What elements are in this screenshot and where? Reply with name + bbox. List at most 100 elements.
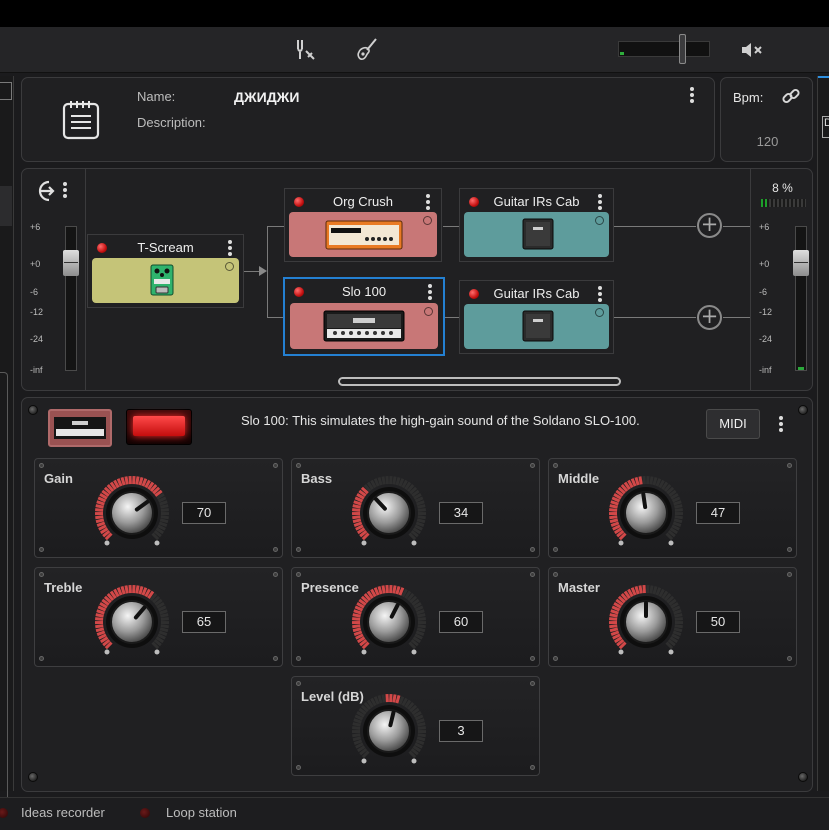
knob-arc-segment <box>377 585 383 595</box>
midi-button[interactable]: MIDI <box>706 409 760 439</box>
knob-arc-segment <box>95 613 104 618</box>
panel-screw <box>553 572 558 577</box>
panel-screw <box>787 547 792 552</box>
knob-range-dot <box>668 540 674 546</box>
knob-arc-segment <box>392 694 397 703</box>
knob-value-field[interactable]: 3 <box>439 720 483 742</box>
knob-cap[interactable] <box>110 491 154 535</box>
editor-menu-icon[interactable] <box>778 416 784 434</box>
knob-cap[interactable] <box>110 600 154 644</box>
knob-panel: Level (dB) 3 <box>291 676 540 776</box>
knob-value-field[interactable]: 65 <box>182 611 226 633</box>
knob-range-dot <box>361 758 367 764</box>
block-menu-icon[interactable] <box>227 240 233 258</box>
knob-cap[interactable] <box>367 600 411 644</box>
status-bar: Ideas recorder Loop station <box>0 797 829 830</box>
rotary-knob[interactable] <box>92 473 172 553</box>
rotary-knob[interactable] <box>349 691 429 771</box>
left-panel-section <box>0 186 12 226</box>
block-menu-icon[interactable] <box>597 286 603 304</box>
knob-arc-segment <box>352 624 361 629</box>
knob-value-field[interactable]: 50 <box>696 611 740 633</box>
rotary-knob[interactable] <box>606 473 686 553</box>
block-menu-icon[interactable] <box>427 284 433 302</box>
speaker-cabinet-icon <box>522 310 554 342</box>
amp-model-thumbnail[interactable] <box>48 409 112 447</box>
effect-block-guitar-irs-cab-2[interactable]: Guitar IRs Cab <box>459 280 614 354</box>
block-tile[interactable] <box>290 303 438 349</box>
loop-station-led[interactable] <box>140 808 150 818</box>
knob-indicator <box>641 492 648 510</box>
left-panel-scroll[interactable] <box>0 372 8 830</box>
output-gain-fader[interactable] <box>793 226 809 371</box>
panel-screw <box>296 656 301 661</box>
right-panel-tab[interactable]: D <box>822 116 829 138</box>
panel-screw <box>787 572 792 577</box>
rotary-knob[interactable] <box>349 582 429 662</box>
add-block-button[interactable]: + <box>697 305 722 330</box>
knob-label: Treble <box>44 580 83 595</box>
knob-value-field[interactable]: 34 <box>439 502 483 524</box>
input-source-icon[interactable] <box>36 179 60 203</box>
ideas-recorder-led[interactable] <box>0 808 8 818</box>
volume-slider-thumb[interactable] <box>679 34 686 64</box>
effect-block-guitar-irs-cab-1[interactable]: Guitar IRs Cab <box>459 188 614 262</box>
panel-screw <box>28 772 38 782</box>
input-gain-fader[interactable] <box>63 226 79 371</box>
block-tile[interactable] <box>92 258 239 303</box>
output-meter: 8 % +6 +0 -6 -12 -24 -inf <box>750 169 813 390</box>
knob-arc-segment <box>352 617 361 621</box>
block-menu-icon[interactable] <box>425 194 431 212</box>
knob-cap[interactable] <box>367 709 411 753</box>
rotary-knob[interactable] <box>92 582 172 662</box>
knob-range-dot <box>411 649 417 655</box>
bypass-switch[interactable] <box>126 409 192 445</box>
panel-screw <box>273 572 278 577</box>
loop-station-label[interactable]: Loop station <box>166 805 237 820</box>
rotary-knob[interactable] <box>349 473 429 553</box>
guitar-icon[interactable] <box>354 37 380 63</box>
block-tile[interactable] <box>289 212 437 257</box>
scale-tick: -24 <box>30 334 44 344</box>
knob-arc-segment <box>674 504 683 509</box>
panel-screw <box>273 656 278 661</box>
left-panel-tab[interactable] <box>0 82 12 100</box>
link-icon[interactable] <box>781 86 801 106</box>
knob-arc-segment <box>352 504 361 509</box>
knob-arc-segment <box>395 585 401 595</box>
description-label: Description: <box>137 115 206 130</box>
knob-arc-segment <box>159 500 168 506</box>
input-fader-thumb[interactable] <box>63 250 79 276</box>
effect-block-slo-100[interactable]: Slo 100 <box>283 277 445 356</box>
right-side-panel: D <box>817 76 829 791</box>
knob-arc-segment <box>353 630 363 636</box>
rotary-knob[interactable] <box>606 582 686 662</box>
preset-menu-icon[interactable] <box>689 87 695 105</box>
right-panel-accent <box>818 76 829 78</box>
add-block-button[interactable]: + <box>697 213 722 238</box>
chain-horizontal-scrollbar[interactable] <box>338 377 621 386</box>
block-menu-icon[interactable] <box>597 194 603 212</box>
bpm-value[interactable]: 120 <box>721 134 814 149</box>
input-menu-icon[interactable] <box>62 182 68 200</box>
block-tile[interactable] <box>464 304 609 349</box>
effect-block-org-crush[interactable]: Org Crush <box>284 188 442 262</box>
block-tile[interactable] <box>464 212 609 257</box>
block-status-ring <box>424 307 433 316</box>
knob-value-field[interactable]: 70 <box>182 502 226 524</box>
knob-value-field[interactable]: 47 <box>696 502 740 524</box>
effect-block-t-scream[interactable]: T-Scream <box>87 234 244 308</box>
knob-range-dot <box>361 649 367 655</box>
preset-name[interactable]: ДЖИДЖИ <box>234 89 299 105</box>
knob-arc-segment <box>673 518 683 524</box>
knob-value-field[interactable]: 60 <box>439 611 483 633</box>
tuner-fork-icon[interactable] <box>292 37 318 63</box>
knob-cap[interactable] <box>624 491 668 535</box>
master-volume-slider[interactable] <box>618 34 710 64</box>
scale-tick: +6 <box>759 222 770 232</box>
mute-speaker-icon[interactable] <box>740 40 764 60</box>
output-fader-thumb[interactable] <box>793 250 809 276</box>
knob-arc-segment <box>96 521 106 527</box>
knob-range-dot <box>411 758 417 764</box>
ideas-recorder-label[interactable]: Ideas recorder <box>21 805 105 820</box>
